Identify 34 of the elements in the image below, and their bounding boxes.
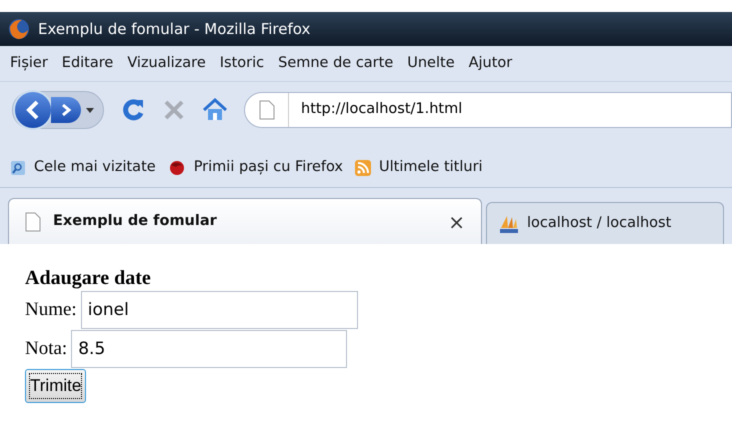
text-field[interactable]: ionel <box>80 291 358 329</box>
field-label: Nota: <box>25 336 68 361</box>
menu-item[interactable]: Vizualizare <box>127 52 206 74</box>
reload-icon[interactable] <box>120 97 146 123</box>
tab-title: Exemplu de fomular <box>53 212 218 231</box>
menu-item[interactable]: Semne de carte <box>278 52 394 74</box>
url-text: http://localhost/1.html <box>300 100 462 120</box>
home-icon[interactable] <box>202 98 228 122</box>
menu-item[interactable]: Istoric <box>220 52 264 74</box>
bookmark-link[interactable]: Cele mai vizitate <box>34 156 156 178</box>
menu-item[interactable]: Unelte <box>407 52 455 74</box>
menu-item[interactable]: Fișier <box>10 52 48 74</box>
bookmark-link[interactable]: Primii pași cu Firefox <box>194 156 343 178</box>
menu-item[interactable]: Editare <box>62 52 114 74</box>
back-forward-buttons[interactable] <box>12 91 104 129</box>
globe-icon <box>168 160 186 176</box>
address-bar[interactable]: http://localhost/1.html <box>244 92 732 128</box>
bookmark-link[interactable]: Ultimele titluri <box>379 156 483 178</box>
field-label: Nume: <box>25 298 77 322</box>
window-title: Exemplu de fomular - Mozilla Firefox <box>38 18 310 40</box>
submit-button[interactable]: Trimite <box>25 369 86 403</box>
browser-tab[interactable]: Exemplu de fomular × <box>8 198 482 244</box>
form-heading: Adaugare date <box>25 266 151 290</box>
rss-feed-icon <box>355 160 371 176</box>
menu-item[interactable]: Ajutor <box>468 52 512 74</box>
page-icon <box>25 212 41 232</box>
sail-logo-icon <box>499 214 519 234</box>
text-field[interactable]: 8.5 <box>71 330 348 368</box>
fox-globe-icon <box>8 18 30 40</box>
search-folder-icon <box>10 160 26 176</box>
browser-tab[interactable]: localhost / localhost <box>486 202 724 244</box>
close-tab-button[interactable]: × <box>448 206 465 236</box>
tab-title: localhost / localhost <box>527 214 672 233</box>
page-icon <box>258 100 274 120</box>
